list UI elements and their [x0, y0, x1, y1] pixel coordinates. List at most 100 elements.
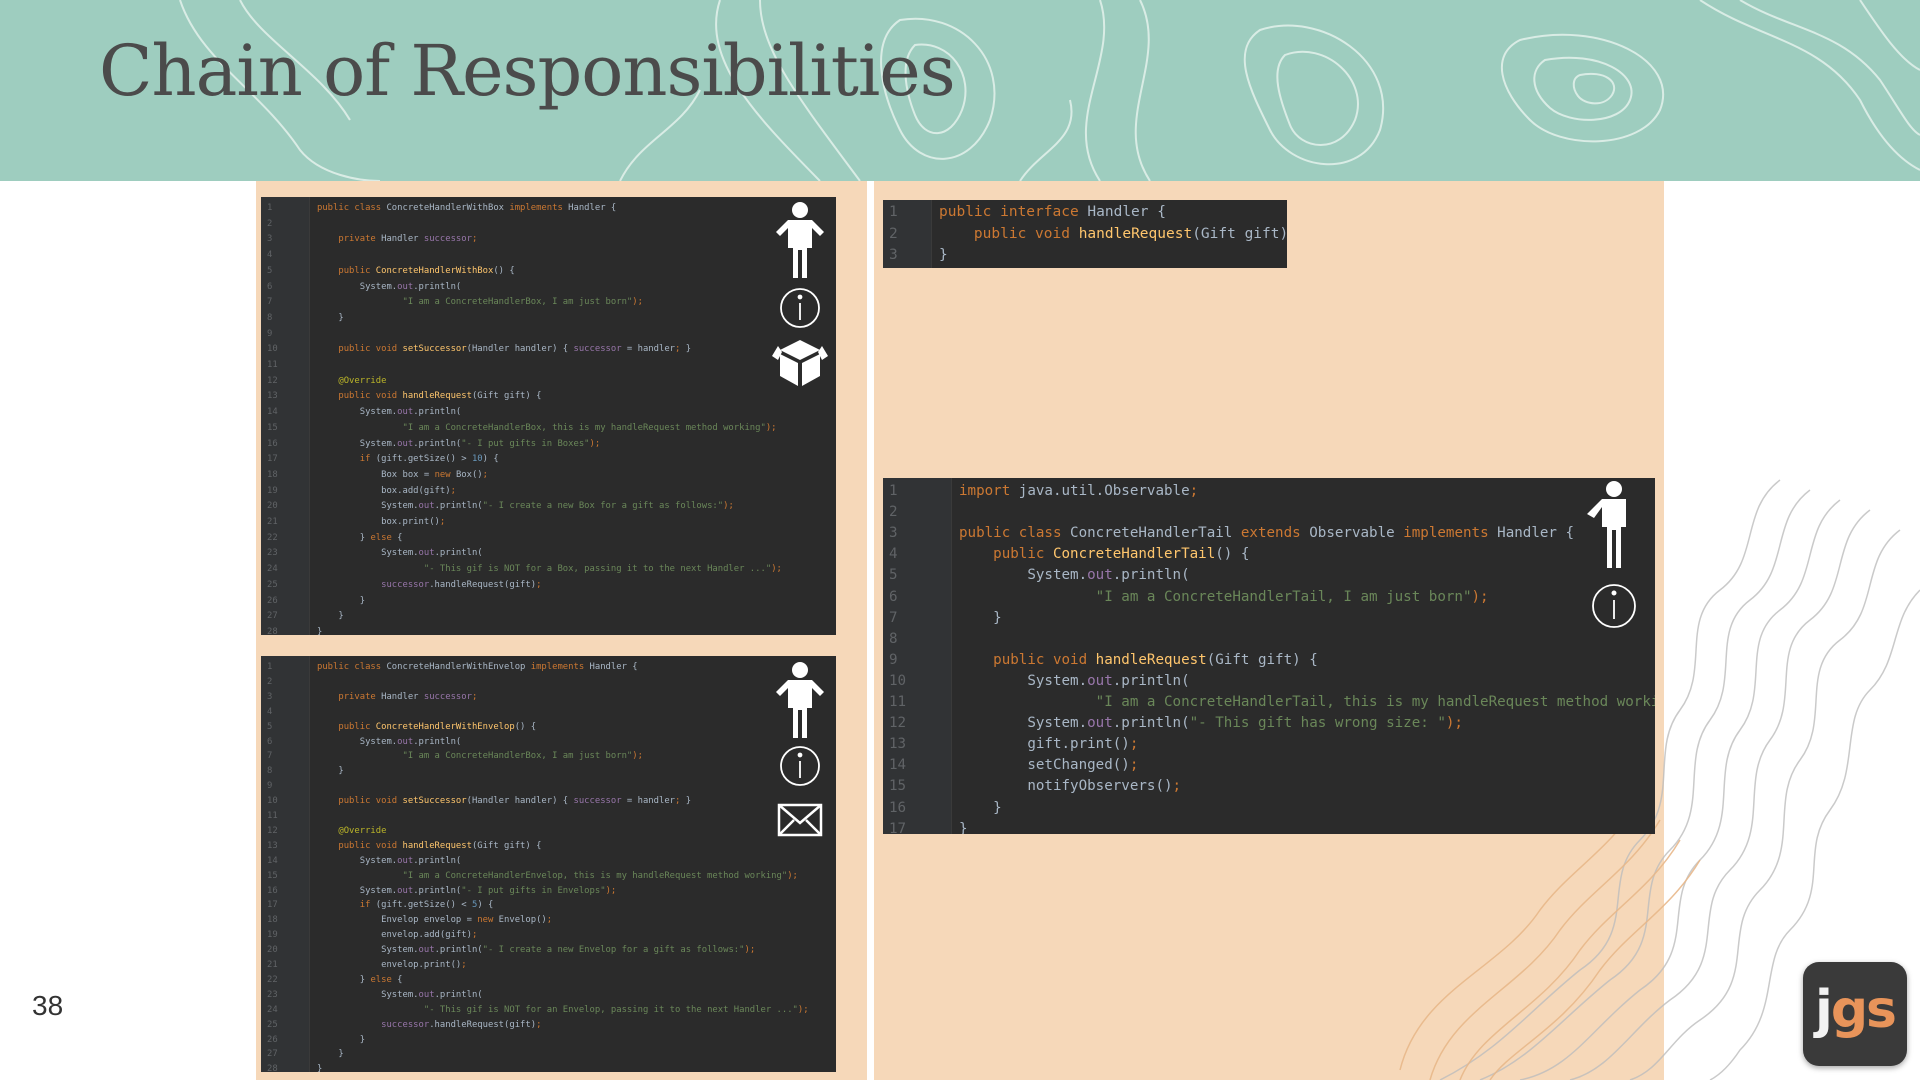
line-number: 21 — [267, 517, 278, 527]
code-line: 27 } — [261, 609, 836, 625]
line-number: 16 — [267, 885, 278, 896]
code-text: successor.handleRequest(gift); — [317, 1018, 541, 1033]
code-token: (Handler handler) { — [466, 796, 574, 807]
code-token: gift.print() — [959, 736, 1130, 753]
code-text: Envelop envelop = new Envelop(); — [317, 913, 552, 928]
code-line: 20 System.out.println("- I create a new … — [261, 499, 836, 515]
code-text: System.out.println( — [317, 735, 462, 750]
code-line: 1 public interface Handler { — [883, 202, 1287, 224]
line-number: 14 — [889, 757, 907, 774]
code-line: 26 } — [261, 1033, 836, 1048]
line-number: 9 — [267, 781, 273, 792]
code-token: private — [338, 691, 382, 702]
line-number: 9 — [889, 651, 898, 668]
code-token: 10 — [471, 454, 483, 465]
line-number: 10 — [267, 796, 278, 807]
code-line: 21 box.print(); — [261, 515, 836, 531]
line-number: 18 — [267, 469, 278, 480]
code-token: .println( — [1112, 672, 1190, 689]
line-number: 23 — [267, 989, 278, 1000]
code-token: ) { — [482, 454, 499, 465]
code-line: 15 "I am a ConcreteHandlerBox, this is m… — [261, 421, 836, 437]
code-token: } — [317, 1049, 344, 1060]
code-line: 7 "I am a ConcreteHandlerBox, I am just … — [261, 749, 836, 764]
code-token: successor — [381, 579, 430, 590]
code-token: (Gift gift) { — [471, 391, 542, 402]
code-token: .println( — [413, 736, 462, 747]
line-number: 12 — [889, 715, 907, 732]
code-text: notifyObservers(); — [959, 776, 1181, 797]
code-token: System. — [317, 407, 398, 418]
code-token: .println( — [413, 281, 462, 292]
code-token: "- This gift has wrong size: " — [1189, 715, 1446, 732]
code-token: "- I put gifts in Boxes" — [461, 438, 590, 449]
line-number: 6 — [267, 281, 273, 292]
info-icon — [780, 746, 820, 786]
code-token: } — [680, 344, 692, 355]
code-token: notifyObservers() — [959, 778, 1173, 795]
line-number: 19 — [267, 485, 278, 496]
code-token: System. — [317, 281, 398, 292]
code-line: 24 "- This gif is NOT for an Envelop, pa… — [261, 1003, 836, 1018]
code-line: 19 box.add(gift); — [261, 484, 836, 500]
line-number: 17 — [889, 820, 907, 834]
line-number: 16 — [889, 799, 907, 816]
code-token: } — [317, 611, 344, 622]
code-token: ; — [471, 691, 478, 702]
person-icon — [776, 662, 824, 738]
jgs-logo: jgs — [1803, 962, 1907, 1066]
code-token: Handler { — [1087, 204, 1166, 220]
line-number: 13 — [267, 840, 278, 851]
code-token: out — [418, 989, 435, 1000]
code-token: handleRequest — [1078, 225, 1193, 242]
page-number: 38 — [32, 990, 64, 1021]
line-number: 8 — [267, 312, 273, 323]
code-token: ); — [771, 564, 782, 575]
code-token: System. — [317, 438, 398, 449]
code-text: "I am a ConcreteHandlerBox, I am just bo… — [317, 295, 643, 311]
code-line: 7 } — [883, 608, 1655, 629]
line-number: 7 — [267, 751, 273, 762]
line-number: 9 — [267, 328, 273, 339]
code-block-box-handler: 1 public class ConcreteHandlerWithBox imp… — [261, 197, 836, 635]
code-token: public class — [317, 203, 387, 213]
code-text: } else { — [317, 973, 403, 988]
code-text: public void setSuccessor(Handler handler… — [317, 794, 691, 809]
code-token: ; — [1129, 736, 1139, 753]
code-token: ); — [1471, 588, 1489, 605]
code-text: System.out.println( — [317, 988, 483, 1003]
code-token: if — [359, 454, 376, 465]
code-text: System.out.println( — [317, 405, 462, 421]
code-line: 16 System.out.println("- I put gifts in … — [261, 437, 836, 453]
code-line: 13 public void handleRequest(Gift gift) … — [261, 839, 836, 854]
code-token: .println( — [434, 548, 483, 559]
code-token: box.add(gift) — [317, 485, 451, 496]
code-text: public class ConcreteHandlerWithEnvelop … — [317, 660, 638, 675]
code-line: 7 "I am a ConcreteHandlerBox, I am just … — [261, 295, 836, 311]
code-text: "I am a ConcreteHandlerTail, this is my … — [959, 692, 1655, 713]
code-token: successor — [423, 691, 472, 702]
code-token: ); — [723, 501, 734, 512]
code-token: out — [418, 501, 435, 512]
line-number: 4 — [267, 250, 273, 261]
code-text: if (gift.getSize() < 5) { — [317, 898, 494, 913]
code-token: box.print() — [317, 517, 440, 527]
code-line: 5 public ConcreteHandlerWithBox() { — [261, 264, 836, 280]
line-number: 3 — [267, 691, 273, 702]
code-token: "- I create a new Box for a gift as foll… — [482, 501, 724, 512]
code-token: ConcreteHandlerTail — [1052, 546, 1216, 563]
code-token: .println( — [413, 885, 462, 896]
code-text: System.out.println( — [317, 280, 462, 296]
line-number: 2 — [267, 676, 273, 687]
code-line: 15 "I am a ConcreteHandlerEnvelop, this … — [261, 869, 836, 884]
code-token: implements — [530, 662, 590, 672]
code-line: 9 public void handleRequest(Gift gift) { — [883, 650, 1655, 671]
